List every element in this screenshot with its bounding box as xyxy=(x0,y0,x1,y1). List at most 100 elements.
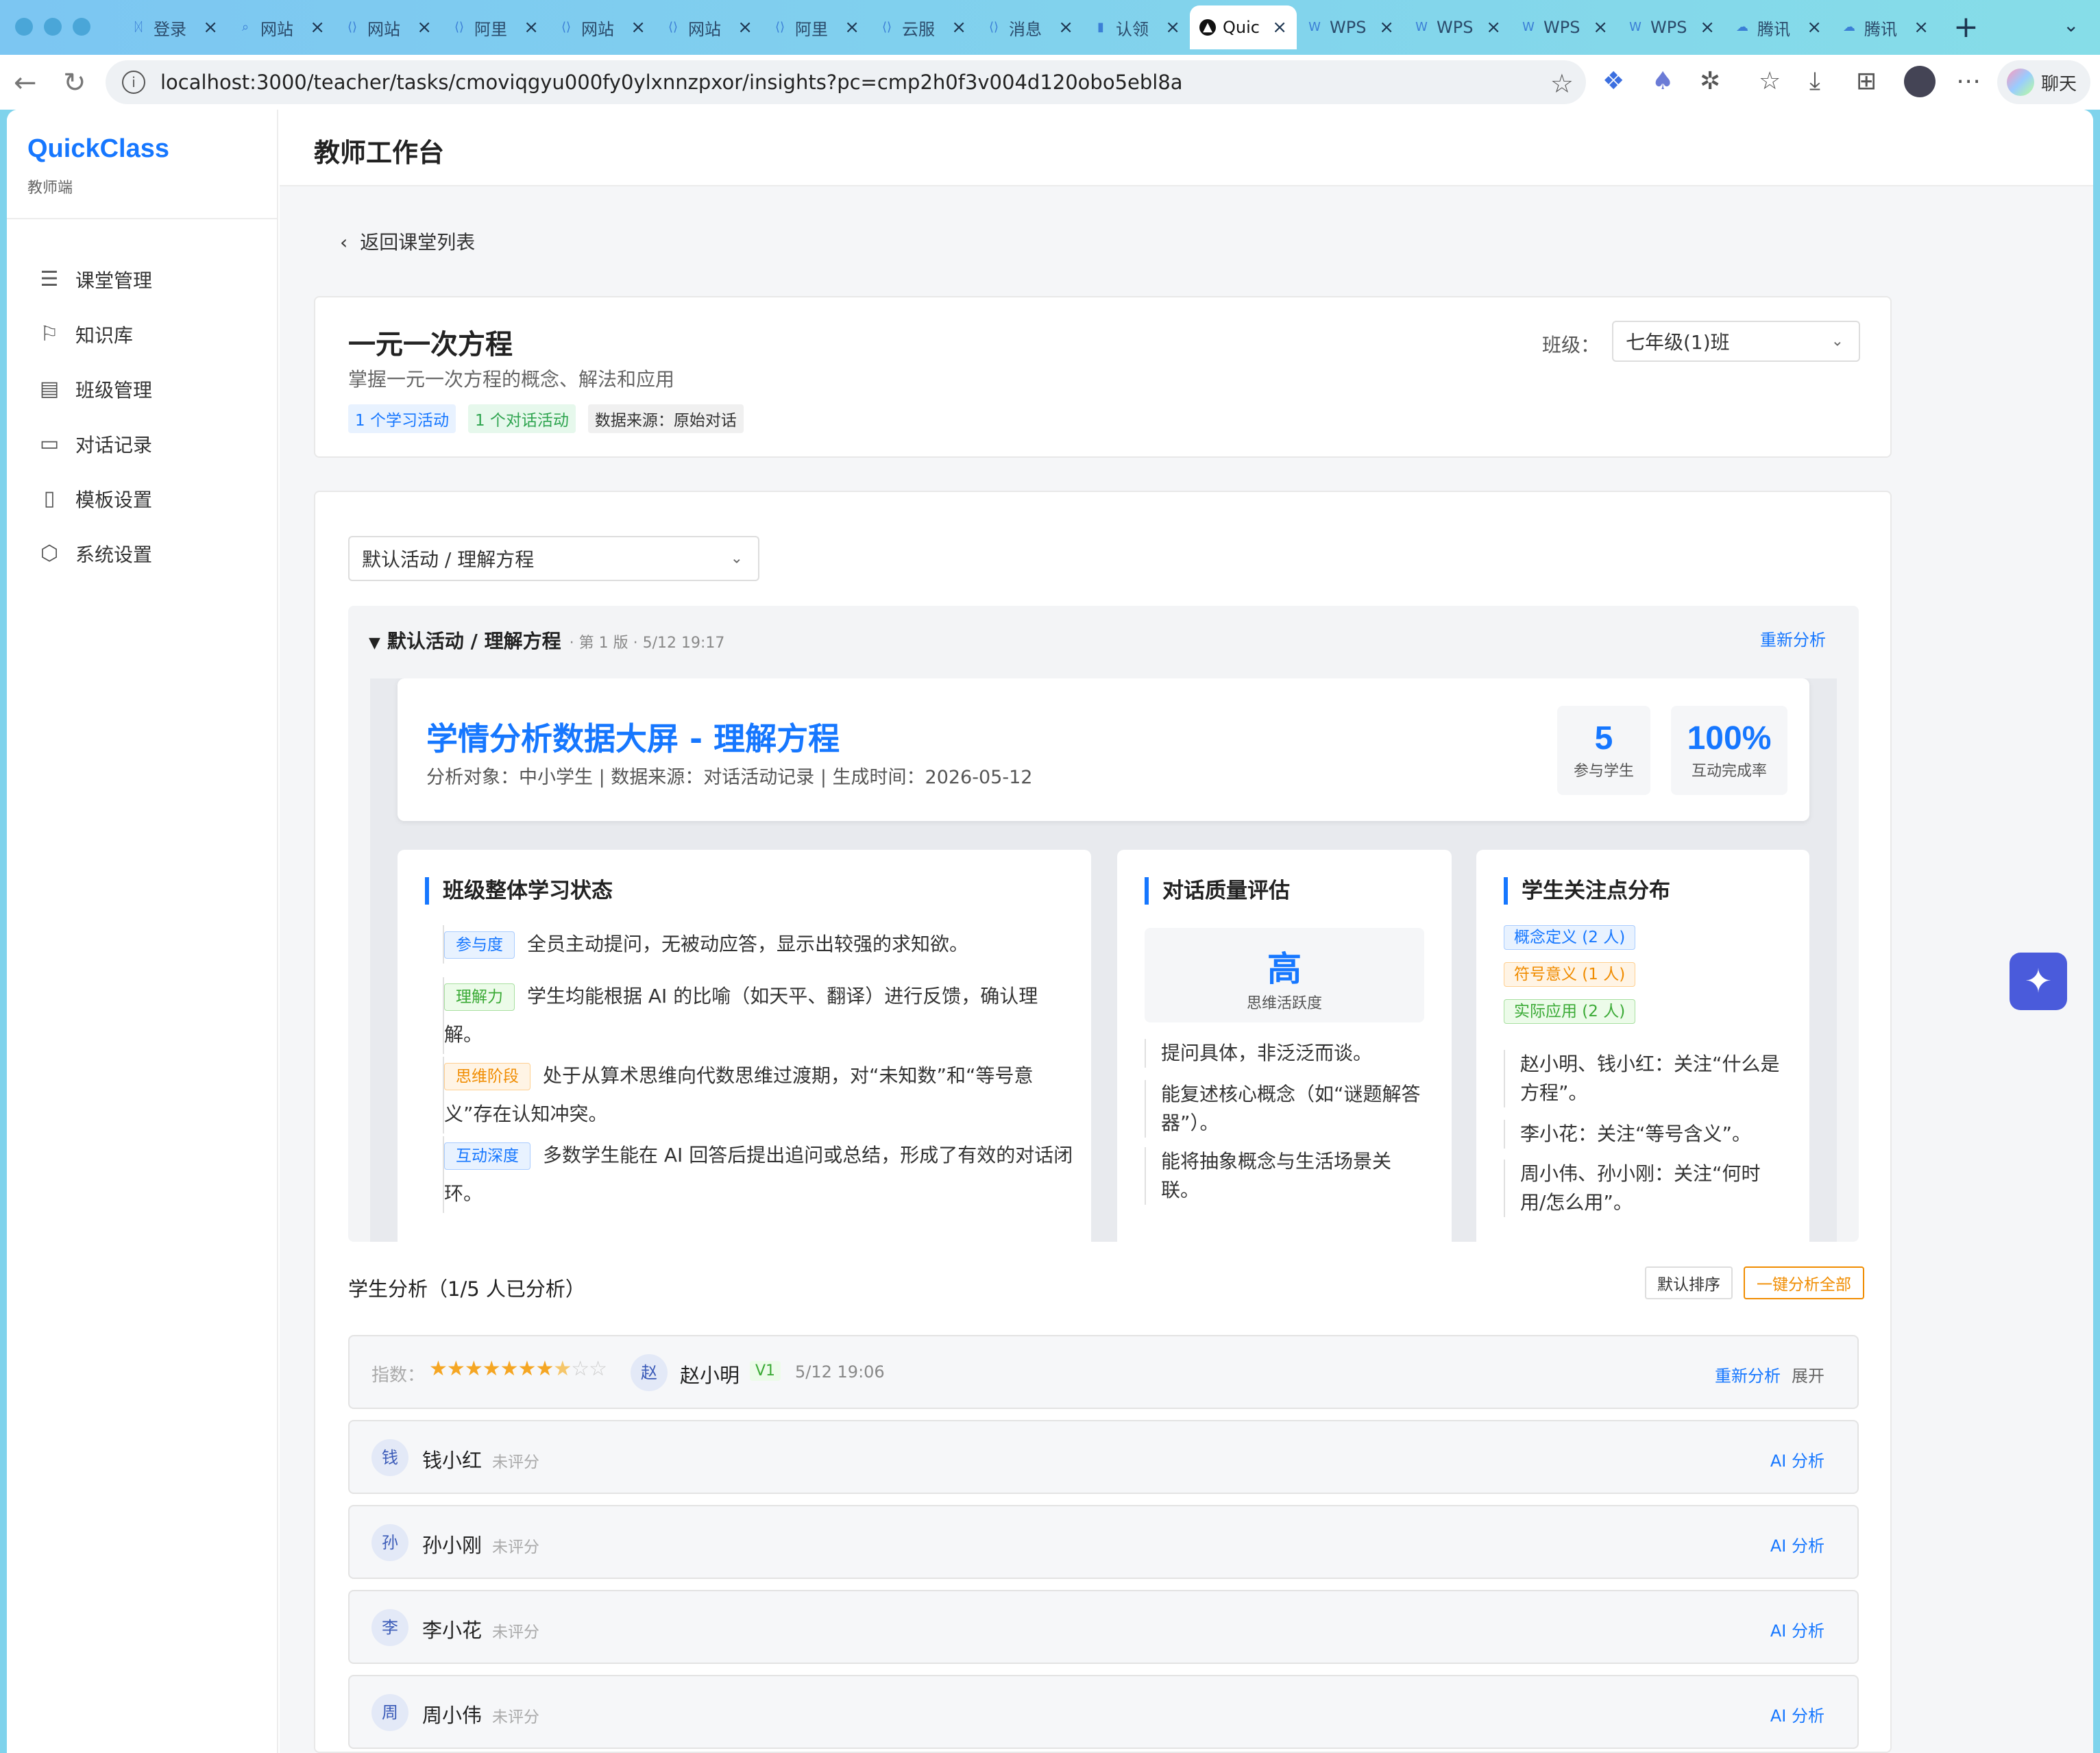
close-tab-icon[interactable]: × xyxy=(1486,17,1501,38)
window-controls[interactable] xyxy=(15,18,90,36)
browser-tab[interactable]: ⟨⟩ 网站 × xyxy=(548,5,655,49)
reanalyze-button[interactable]: 重新分析 xyxy=(1760,626,1826,650)
url-bar[interactable]: i localhost:3000/teacher/tasks/cmoviqgyu… xyxy=(106,60,1586,104)
sidebar-item-conversations[interactable]: ▭ 对话记录 xyxy=(37,417,152,471)
browser-tab[interactable]: ⟨⟩ 网站 × xyxy=(655,5,762,49)
tab-title: 腾讯 xyxy=(1864,19,1897,39)
sidebar-item-templates[interactable]: ▯ 模板设置 xyxy=(37,471,152,526)
download-icon[interactable]: ⤓ xyxy=(1809,67,1820,96)
new-tab-button[interactable]: + xyxy=(1953,10,1979,45)
student-reanalyze-button[interactable]: 重新分析 xyxy=(1715,1362,1781,1386)
browser-tab[interactable]: W WPS × xyxy=(1404,5,1511,49)
expand-button[interactable]: 展开 xyxy=(1792,1362,1824,1386)
overall-row: 思维阶段 处于从算术思维向代数思维过渡期，对“未知数”和“等号意义”存在认知冲突。 xyxy=(443,1057,1073,1133)
close-tab-icon[interactable]: × xyxy=(1058,17,1073,38)
analysis-panel-header[interactable]: ▼ 默认活动 / 理解方程 · 第 1 版 · 5/12 19:17 xyxy=(369,626,724,654)
sidebar-item-label: 班级管理 xyxy=(75,379,153,402)
sidebar-item-classes[interactable]: ▤ 班级管理 xyxy=(37,362,152,417)
level-label: 思维活跃度 xyxy=(1246,995,1322,1012)
box-title: 班级整体学习状态 xyxy=(425,877,613,905)
ai-analyze-button[interactable]: AI 分析 xyxy=(1770,1447,1824,1471)
close-window-button[interactable] xyxy=(15,18,33,36)
browser-tab[interactable]: W WPS × xyxy=(1511,5,1617,49)
browser-tab[interactable]: W WPS × xyxy=(1617,5,1724,49)
browser-tab[interactable]: ⟨⟩ 消息 × xyxy=(976,5,1083,49)
stat-value: 5 xyxy=(1594,720,1613,757)
close-tab-icon[interactable]: × xyxy=(951,17,966,38)
sidebar-item-classroom[interactable]: ☰ 课堂管理 xyxy=(37,252,152,307)
ai-analyze-button[interactable]: AI 分析 xyxy=(1770,1702,1824,1726)
collections-icon[interactable]: ⊞ xyxy=(1856,67,1877,95)
tag-learning-activity: 1 个学习活动 xyxy=(348,404,456,433)
maximize-window-button[interactable] xyxy=(73,18,90,36)
tab-favicon-icon: W xyxy=(1629,20,1641,34)
rating-status: 未评分 xyxy=(492,1623,539,1641)
sidebar-item-settings[interactable]: ⬡ 系统设置 xyxy=(37,526,152,581)
stat-label: 参与学生 xyxy=(1573,763,1634,780)
focus-tag: 符号意义 (1 人) xyxy=(1504,962,1636,987)
ai-analyze-button[interactable]: AI 分析 xyxy=(1770,1617,1824,1641)
browser-tab[interactable]: ⟨⟩ 阿里 × xyxy=(441,5,548,49)
extension-icon[interactable]: ❖ xyxy=(1602,67,1624,95)
close-tab-icon[interactable]: × xyxy=(1593,17,1608,38)
reload-icon[interactable]: ↻ xyxy=(63,67,86,99)
assistant-floating-button[interactable]: ✦ xyxy=(2010,953,2067,1010)
browser-tab[interactable]: ⟨⟩ 云服 × xyxy=(869,5,976,49)
url-text: localhost:3000/teacher/tasks/cmoviqgyu00… xyxy=(160,71,1183,94)
tab-favicon-icon: ⟨⟩ xyxy=(668,20,679,34)
student-row[interactable]: 钱 钱小红 未评分 AI 分析 xyxy=(348,1420,1859,1494)
star-icon: ★ xyxy=(535,1357,554,1381)
class-select[interactable]: 七年级(1)班 ⌄ xyxy=(1612,321,1860,362)
minimize-window-button[interactable] xyxy=(44,18,62,36)
browser-tab[interactable]: W WPS × xyxy=(1297,5,1404,49)
close-tab-icon[interactable]: × xyxy=(417,17,432,38)
extension-icon[interactable]: ♠ xyxy=(1652,67,1674,95)
browser-tab[interactable]: ⟨⟩ 阿里 × xyxy=(762,5,869,49)
browser-tab[interactable]: ⌕ 网站 × xyxy=(228,5,334,49)
chat-button[interactable]: 聊天 xyxy=(1997,60,2090,104)
close-tab-icon[interactable]: × xyxy=(631,17,646,38)
close-tab-icon[interactable]: × xyxy=(737,17,753,38)
back-arrow-icon[interactable]: ← xyxy=(14,67,37,99)
row-tag: 思维阶段 xyxy=(444,1063,530,1090)
browser-tab[interactable]: ▮ 认领 × xyxy=(1083,5,1190,49)
close-tab-icon[interactable]: × xyxy=(1807,17,1822,38)
activity-select[interactable]: 默认活动 / 理解方程 ⌄ xyxy=(348,536,759,581)
tab-title: WPS xyxy=(1437,18,1474,37)
close-tab-icon[interactable]: × xyxy=(1272,17,1287,38)
ai-analyze-button[interactable]: AI 分析 xyxy=(1770,1532,1824,1556)
student-row-analyzed[interactable]: 指数： ★★★★★★★★☆☆ 赵 赵小明 V1 5/12 19:06 重新分析 … xyxy=(348,1335,1859,1409)
student-row[interactable]: 孙 孙小刚 未评分 AI 分析 xyxy=(348,1505,1859,1579)
brand-logo[interactable]: QuickClass xyxy=(27,134,169,164)
close-tab-icon[interactable]: × xyxy=(1914,17,1929,38)
close-tab-icon[interactable]: × xyxy=(1165,17,1180,38)
site-info-icon[interactable]: i xyxy=(122,71,145,94)
close-tab-icon[interactable]: × xyxy=(310,17,325,38)
browser-tab[interactable]: ▲ Quic × xyxy=(1190,5,1297,49)
analyze-all-button[interactable]: 一键分析全部 xyxy=(1744,1266,1864,1299)
close-tab-icon[interactable]: × xyxy=(1700,17,1715,38)
default-sort-button[interactable]: 默认排序 xyxy=(1645,1266,1733,1299)
collapse-triangle-icon[interactable]: ▼ xyxy=(369,635,380,652)
close-tab-icon[interactable]: × xyxy=(203,17,218,38)
class-select-value: 七年级(1)班 xyxy=(1626,331,1730,354)
student-row[interactable]: 李 李小花 未评分 AI 分析 xyxy=(348,1590,1859,1664)
tab-favicon-icon: ☁ xyxy=(1736,20,1748,34)
tab-list-chevron-icon[interactable]: ⌄ xyxy=(2063,14,2079,36)
activity-select-value: 默认活动 / 理解方程 xyxy=(362,548,535,571)
browser-tab[interactable]: ᛞ 登录 × xyxy=(121,5,228,49)
student-row[interactable]: 周 周小伟 未评分 AI 分析 xyxy=(348,1675,1859,1749)
more-menu-icon[interactable]: ⋯ xyxy=(1956,67,1981,95)
close-tab-icon[interactable]: × xyxy=(844,17,859,38)
browser-tab[interactable]: ⟨⟩ 网站 × xyxy=(334,5,441,49)
bookmark-star-icon[interactable]: ☆ xyxy=(1550,69,1574,99)
close-tab-icon[interactable]: × xyxy=(524,17,539,38)
close-tab-icon[interactable]: × xyxy=(1379,17,1394,38)
browser-tab[interactable]: ☁ 腾讯 × xyxy=(1724,5,1831,49)
sidebar-item-knowledge[interactable]: ⚐ 知识库 xyxy=(37,307,152,362)
browser-tab[interactable]: ☁ 腾讯 × xyxy=(1831,5,1938,49)
back-link[interactable]: ‹ 返回课堂列表 xyxy=(340,228,475,255)
favorites-icon[interactable]: ☆ xyxy=(1759,67,1781,95)
puzzle-icon[interactable]: ✲ xyxy=(1700,67,1720,95)
profile-avatar[interactable] xyxy=(1904,66,1936,97)
